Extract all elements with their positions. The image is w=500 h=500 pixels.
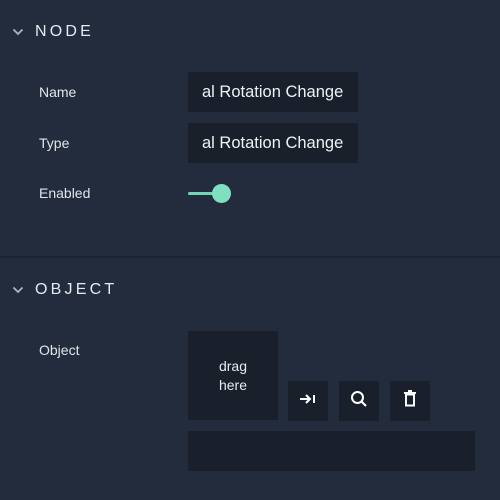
name-field[interactable]: al Rotation Change (188, 72, 358, 112)
dropzone-text-line1: drag (218, 357, 248, 374)
delete-button[interactable] (390, 381, 430, 421)
object-section-header[interactable]: OBJECT (0, 270, 500, 310)
drag-here-dropzone[interactable]: drag here (188, 331, 278, 420)
name-label: Name (39, 84, 77, 100)
object-section-title: OBJECT (35, 281, 118, 298)
search-icon (350, 390, 368, 413)
node-section-title: NODE (35, 23, 95, 40)
chevron-down-icon[interactable] (11, 25, 25, 39)
section-divider (0, 256, 500, 258)
object-label: Object (39, 342, 80, 358)
chevron-down-icon[interactable] (11, 283, 25, 297)
type-label: Type (39, 135, 70, 151)
toggle-knob[interactable] (212, 184, 231, 203)
enabled-label: Enabled (39, 185, 91, 201)
object-value-field[interactable] (188, 431, 475, 471)
enabled-toggle[interactable] (188, 183, 232, 203)
assign-button[interactable] (288, 381, 328, 421)
search-button[interactable] (339, 381, 379, 421)
trash-icon (403, 390, 417, 412)
type-field[interactable]: al Rotation Change (188, 123, 358, 163)
node-section-header[interactable]: NODE (0, 12, 500, 52)
dropzone-text-line2: here (218, 376, 248, 393)
arrow-right-to-bar-icon (299, 392, 317, 411)
